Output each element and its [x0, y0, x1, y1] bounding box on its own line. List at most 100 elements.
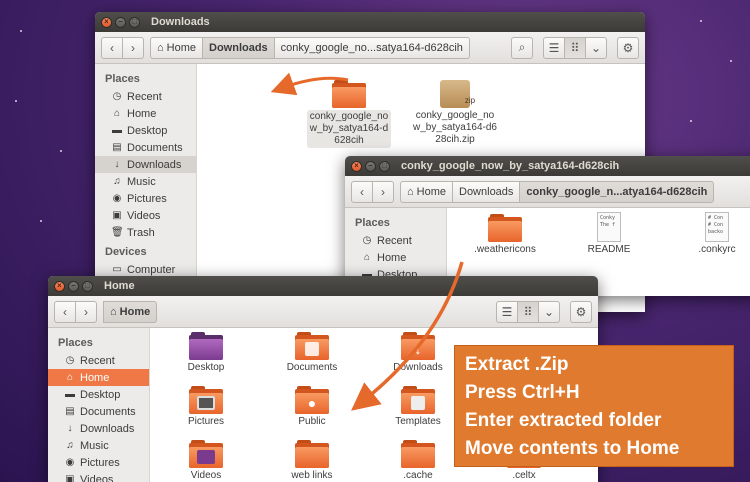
breadcrumb: ⌂ Home Downloads conky_google_n...atya164… [400, 180, 715, 203]
sidebar-item-pictures[interactable]: ◉ Pictures [95, 190, 196, 207]
back-button[interactable]: ‹ [351, 180, 373, 203]
crumb-home[interactable]: ⌂ Home [400, 180, 453, 203]
camera-icon: ◉ [112, 193, 122, 204]
sidebar-item-documents[interactable]: ▤ Documents [95, 139, 196, 156]
file-item-documents[interactable]: Documents [270, 332, 354, 374]
home-icon: ⌂ [407, 185, 414, 198]
grid-view-button[interactable]: ⠿ [517, 300, 539, 323]
sidebar-item-desktop[interactable]: ▬ Desktop [95, 122, 196, 139]
crumb-conky-folder[interactable]: conky_google_no...satya164-d628cih [273, 36, 470, 59]
minimize-icon[interactable]: – [115, 16, 126, 28]
chevron-right-icon: › [381, 184, 385, 199]
list-view-button[interactable]: ☰ [496, 300, 518, 323]
gear-icon: ⚙ [622, 40, 634, 55]
file-item-desktop[interactable]: Desktop [164, 332, 248, 374]
sidebar-item-home[interactable]: ⌂ Home [48, 369, 149, 386]
sidebar-item-music[interactable]: ♫ Music [95, 173, 196, 190]
file-item-templates[interactable]: Templates [376, 386, 460, 428]
file-item-web-links[interactable]: web links [270, 440, 354, 482]
forward-button[interactable]: › [75, 300, 97, 323]
close-icon[interactable]: × [351, 160, 362, 172]
chevron-left-icon: ‹ [110, 40, 114, 55]
desktop-icon: ▬ [65, 389, 75, 400]
text-file-icon: # Con # Con backo [705, 212, 729, 242]
folder-icon [295, 440, 329, 468]
grid-icon: ⠿ [523, 304, 533, 319]
text-file-icon: Conky The f [597, 212, 621, 242]
forward-button[interactable]: › [372, 180, 394, 203]
minimize-icon[interactable]: – [68, 280, 79, 292]
file-item-pictures[interactable]: Pictures [164, 386, 248, 428]
sidebar-item-recent[interactable]: ◷ Recent [95, 88, 196, 105]
minimize-icon[interactable]: – [365, 160, 376, 172]
folder-desktop-icon [189, 332, 223, 360]
download-icon: ↓ [114, 159, 120, 170]
window-title: conky_google_now_by_satya164-d628cih [401, 160, 620, 172]
crumb-downloads[interactable]: Downloads [202, 36, 275, 59]
file-item-downloads[interactable]: ↓ Downloads [376, 332, 460, 374]
conky-titlebar: × – □ conky_google_now_by_satya164-d628c… [345, 156, 750, 176]
sidebar-item-home[interactable]: ⌂ Home [345, 249, 446, 266]
home-titlebar: × – □ Home [48, 276, 598, 296]
chevron-right-icon: › [84, 304, 88, 319]
file-item-cache[interactable]: .cache [376, 440, 460, 482]
file-item-readme[interactable]: Conky The f README [567, 212, 651, 256]
video-icon: ▣ [112, 210, 122, 221]
sidebar-item-downloads[interactable]: ↓ Downloads [48, 420, 149, 437]
folder-pictures-icon [189, 386, 223, 414]
sidebar-item-desktop[interactable]: ▬ Desktop [48, 386, 149, 403]
search-button[interactable]: ⌕ [511, 36, 533, 59]
back-button[interactable]: ‹ [101, 36, 123, 59]
archive-icon: zip [440, 80, 475, 108]
clock-icon: ◷ [362, 235, 372, 246]
list-icon: ☰ [548, 40, 560, 55]
view-options-button[interactable]: ⌄ [538, 300, 560, 323]
file-item-videos[interactable]: Videos [164, 440, 248, 482]
home-toolbar: ‹ › ⌂ Home ☰ ⠿ ⌄ ⚙ [48, 296, 598, 328]
sidebar-item-trash[interactable]: 🗑︎ Trash [95, 224, 196, 241]
list-icon: ☰ [501, 304, 513, 319]
close-icon[interactable]: × [54, 280, 65, 292]
settings-button[interactable]: ⚙ [570, 300, 592, 323]
settings-button[interactable]: ⚙ [617, 36, 639, 59]
chevron-right-icon: › [131, 40, 135, 55]
close-icon[interactable]: × [101, 16, 112, 28]
crumb-downloads[interactable]: Downloads [452, 180, 521, 203]
file-item-conky-zip[interactable]: zip conky_google_now_by_satya164-d628cih… [413, 80, 497, 146]
sidebar-item-videos[interactable]: ▣ Videos [95, 207, 196, 224]
back-button[interactable]: ‹ [54, 300, 76, 323]
view-options-button[interactable]: ⌄ [585, 36, 607, 59]
file-item-conkyrc[interactable]: # Con # Con backo .conkyrc [675, 212, 750, 256]
sidebar-item-recent[interactable]: ◷ Recent [48, 352, 149, 369]
gear-icon: ⚙ [575, 304, 587, 319]
home-icon: ⌂ [363, 252, 371, 263]
maximize-icon[interactable]: □ [129, 16, 140, 28]
file-item-public[interactable]: ● Public [270, 386, 354, 428]
conky-folder-window: × – □ conky_google_now_by_satya164-d628c… [345, 156, 750, 296]
forward-button[interactable]: › [122, 36, 144, 59]
file-item-weathericons[interactable]: .weathericons [463, 214, 547, 256]
folder-icon [488, 214, 522, 242]
maximize-icon[interactable]: □ [82, 280, 93, 292]
camera-icon: ◉ [65, 457, 75, 468]
clock-icon: ◷ [112, 91, 122, 102]
maximize-icon[interactable]: □ [379, 160, 390, 172]
sidebar-item-home[interactable]: ⌂ Home [95, 105, 196, 122]
sidebar-item-downloads[interactable]: ↓ Downloads [95, 156, 196, 173]
sidebar-item-recent[interactable]: ◷ Recent [345, 232, 446, 249]
file-item-conky-folder[interactable]: conky_google_now_by_satya164-d628cih [307, 80, 391, 148]
home-icon: ⌂ [66, 372, 74, 383]
crumb-home[interactable]: ⌂ Home [103, 300, 158, 323]
instruction-step-3: Enter extracted folder [465, 410, 662, 431]
list-view-button[interactable]: ☰ [543, 36, 565, 59]
sidebar: Places ◷ Recent ⌂ Home ▬ Desktop ▤ Documents… [95, 64, 197, 312]
sidebar-item-documents[interactable]: ▤ Documents [48, 403, 149, 420]
sidebar-item-pictures[interactable]: ◉ Pictures [48, 454, 149, 471]
grid-view-button[interactable]: ⠿ [564, 36, 586, 59]
folder-public-icon: ● [295, 386, 329, 414]
sidebar-item-music[interactable]: ♫ Music [48, 437, 149, 454]
sidebar-item-videos[interactable]: ▣ Videos [48, 471, 149, 482]
crumb-home[interactable]: ⌂ Home [150, 36, 203, 59]
sidebar: Places ◷ Recent ⌂ Home ▬ Desktop ▤ Documents… [48, 328, 150, 482]
crumb-conky-folder[interactable]: conky_google_n...atya164-d628cih [519, 180, 715, 203]
